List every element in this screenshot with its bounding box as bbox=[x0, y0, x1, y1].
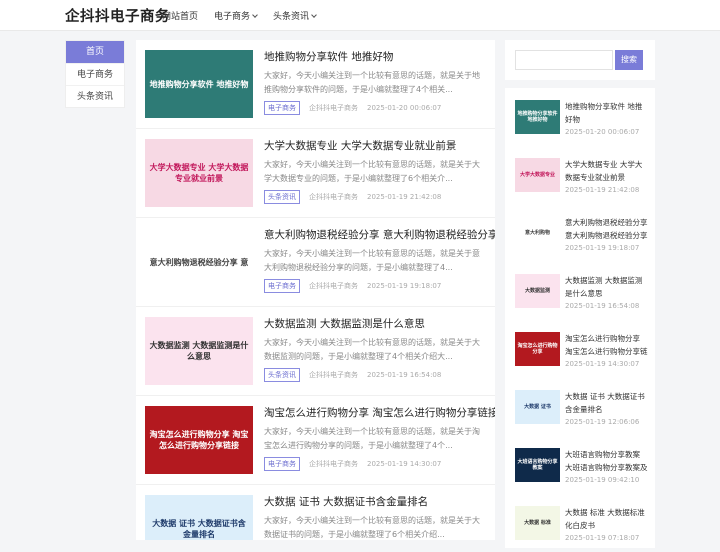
article-excerpt: 大家好，今天小编关注到一个比较有意思的话题，就是关于地推购物分享软件的问题，于是… bbox=[264, 71, 480, 94]
article-author: 企抖抖电子商务 bbox=[309, 104, 358, 112]
hot-article-title[interactable]: 大数据 证书 大数据证书含金量排名 bbox=[565, 390, 649, 416]
article-author: 企抖抖电子商务 bbox=[309, 193, 358, 201]
article-list: 地推购物分享软件 地推好物 地推购物分享软件 地推好物 大家好，今天小编关注到一… bbox=[136, 40, 495, 540]
search-button[interactable]: 搜索 bbox=[615, 50, 643, 70]
article-author: 企抖抖电子商务 bbox=[309, 371, 358, 379]
hot-article-item[interactable]: 大学大数据专业 大学大数据专业 大学大数据专业就业前景 2025-01-19 2… bbox=[505, 146, 655, 204]
left-category-nav: 首页 电子商务 头条资讯 bbox=[65, 40, 125, 108]
hot-article-title[interactable]: 大数据 标准 大数据标准化白皮书 bbox=[565, 506, 649, 532]
hot-article-date: 2025-01-19 21:42:08 bbox=[565, 186, 640, 194]
hot-article-thumbnail[interactable]: 大数据 标准 bbox=[515, 506, 560, 540]
article-excerpt: 大家好，今天小编关注到一个比较有意思的话题，就是关于大学大数据专业的问题，于是小… bbox=[264, 160, 480, 183]
article-date: 2025-01-19 21:42:08 bbox=[367, 193, 442, 201]
hot-article-title[interactable]: 意大利购物退税经验分享 意大利购物退税经验分享 bbox=[565, 216, 649, 242]
hot-article-date: 2025-01-19 16:54:08 bbox=[565, 302, 640, 310]
article-excerpt: 大家好，今天小编关注到一个比较有意思的话题，就是关于淘宝怎么进行购物分享的问题，… bbox=[264, 427, 480, 450]
hot-article-title[interactable]: 大学大数据专业 大学大数据专业就业前景 bbox=[565, 158, 649, 184]
article-item[interactable]: 大学大数据专业 大学大数据专业就业前景 大学大数据专业 大学大数据专业就业前景 … bbox=[136, 129, 495, 218]
hot-article-item[interactable]: 大数据 证书 大数据 证书 大数据证书含金量排名 2025-01-19 12:0… bbox=[505, 378, 655, 436]
article-meta: 电子商务 企抖抖电子商务 2025-01-19 19:18:07 bbox=[264, 279, 441, 293]
hot-article-thumbnail[interactable]: 意大利购物 bbox=[515, 216, 560, 250]
hot-article-title[interactable]: 大班语言购物分享教案 大班语言购物分享教案及反 bbox=[565, 448, 649, 474]
hot-article-date: 2025-01-20 00:06:07 bbox=[565, 128, 640, 136]
top-header: 企抖抖电子商务 网站首页 电子商务 头条资讯 bbox=[0, 0, 720, 31]
article-title[interactable]: 大学大数据专业 大学大数据专业就业前景 bbox=[264, 138, 456, 153]
article-meta: 电子商务 企抖抖电子商务 2025-01-19 14:30:07 bbox=[264, 457, 441, 471]
category-tag[interactable]: 电子商务 bbox=[264, 101, 300, 115]
article-date: 2025-01-19 19:18:07 bbox=[367, 282, 442, 290]
article-title[interactable]: 大数据监测 大数据监测是什么意思 bbox=[264, 316, 425, 331]
nav-item-home[interactable]: 网站首页 bbox=[162, 9, 198, 22]
hot-article-item[interactable]: 大数据监测 大数据监测 大数据监测是什么意思 2025-01-19 16:54:… bbox=[505, 262, 655, 320]
article-thumbnail[interactable]: 意大利购物退税经验分享 意 bbox=[145, 228, 253, 296]
hot-article-list: 地推购物分享软件 地推好物 地推购物分享软件 地推好物 2025-01-20 0… bbox=[505, 88, 655, 548]
category-tag[interactable]: 电子商务 bbox=[264, 279, 300, 293]
article-date: 2025-01-19 14:30:07 bbox=[367, 460, 442, 468]
nav-item-label: 电子商务 bbox=[214, 12, 251, 22]
article-title[interactable]: 淘宝怎么进行购物分享 淘宝怎么进行购物分享链接 bbox=[264, 405, 495, 420]
leftnav-item-home[interactable]: 首页 bbox=[66, 41, 124, 63]
hot-article-thumbnail[interactable]: 大数据监测 bbox=[515, 274, 560, 308]
hot-article-date: 2025-01-19 14:30:07 bbox=[565, 360, 640, 368]
hot-article-item[interactable]: 大数据 标准 大数据 标准 大数据标准化白皮书 2025-01-19 07:18… bbox=[505, 494, 655, 552]
article-thumbnail[interactable]: 大数据监测 大数据监测是什么意思 bbox=[145, 317, 253, 385]
article-excerpt: 大家好，今天小编关注到一个比较有意思的话题，就是关于大数据监测的问题，于是小编就… bbox=[264, 338, 480, 361]
article-title[interactable]: 地推购物分享软件 地推好物 bbox=[264, 49, 393, 64]
article-author: 企抖抖电子商务 bbox=[309, 282, 358, 290]
hot-article-date: 2025-01-19 19:18:07 bbox=[565, 244, 640, 252]
nav-item-news[interactable]: 头条资讯 bbox=[273, 9, 317, 22]
leftnav-item-ecommerce[interactable]: 电子商务 bbox=[66, 63, 124, 85]
article-item[interactable]: 意大利购物退税经验分享 意 意大利购物退税经验分享 意大利购物退税经验分享 大家… bbox=[136, 218, 495, 307]
article-item[interactable]: 大数据 证书 大数据证书含金量排名 大数据 证书 大数据证书含金量排名 大家好，… bbox=[136, 485, 495, 540]
hot-article-item[interactable]: 地推购物分享软件 地推好物 地推购物分享软件 地推好物 2025-01-20 0… bbox=[505, 88, 655, 146]
article-thumbnail[interactable]: 大学大数据专业 大学大数据专业就业前景 bbox=[145, 139, 253, 207]
category-tag[interactable]: 电子商务 bbox=[264, 457, 300, 471]
article-item[interactable]: 大数据监测 大数据监测是什么意思 大数据监测 大数据监测是什么意思 大家好，今天… bbox=[136, 307, 495, 396]
hot-article-title[interactable]: 淘宝怎么进行购物分享 淘宝怎么进行购物分享链接 bbox=[565, 332, 649, 358]
site-logo[interactable]: 企抖抖电子商务 bbox=[65, 5, 170, 26]
category-tag[interactable]: 头条资讯 bbox=[264, 368, 300, 382]
article-thumbnail[interactable]: 淘宝怎么进行购物分享 淘宝怎么进行购物分享链接 bbox=[145, 406, 253, 474]
nav-item-label: 网站首页 bbox=[162, 12, 199, 22]
hot-article-thumbnail[interactable]: 大学大数据专业 bbox=[515, 158, 560, 192]
article-item[interactable]: 地推购物分享软件 地推好物 地推购物分享软件 地推好物 大家好，今天小编关注到一… bbox=[136, 40, 495, 129]
hot-article-item[interactable]: 大班语言购物分享教案 大班语言购物分享教案 大班语言购物分享教案及反 2025-… bbox=[505, 436, 655, 494]
hot-article-date: 2025-01-19 07:18:07 bbox=[565, 534, 640, 542]
hot-article-thumbnail[interactable]: 地推购物分享软件 地推好物 bbox=[515, 100, 560, 134]
chevron-down-icon bbox=[252, 11, 258, 18]
nav-item-label: 头条资讯 bbox=[273, 12, 310, 22]
hot-article-item[interactable]: 淘宝怎么进行购物分享 淘宝怎么进行购物分享 淘宝怎么进行购物分享链接 2025-… bbox=[505, 320, 655, 378]
article-excerpt: 大家好，今天小编关注到一个比较有意思的话题，就是关于大数据证书的问题，于是小编就… bbox=[264, 516, 480, 539]
main-nav: 网站首页 电子商务 头条资讯 bbox=[162, 9, 317, 22]
article-item[interactable]: 淘宝怎么进行购物分享 淘宝怎么进行购物分享链接 淘宝怎么进行购物分享 淘宝怎么进… bbox=[136, 396, 495, 485]
chevron-down-icon bbox=[311, 11, 317, 18]
leftnav-item-news[interactable]: 头条资讯 bbox=[66, 85, 124, 107]
article-date: 2025-01-20 00:06:07 bbox=[367, 104, 442, 112]
article-meta: 电子商务 企抖抖电子商务 2025-01-20 00:06:07 bbox=[264, 101, 441, 115]
article-author: 企抖抖电子商务 bbox=[309, 460, 358, 468]
article-meta: 头条资讯 企抖抖电子商务 2025-01-19 21:42:08 bbox=[264, 190, 441, 204]
hot-article-item[interactable]: 意大利购物 意大利购物退税经验分享 意大利购物退税经验分享 2025-01-19… bbox=[505, 204, 655, 262]
hot-article-thumbnail[interactable]: 大班语言购物分享教案 bbox=[515, 448, 560, 482]
article-meta: 头条资讯 企抖抖电子商务 2025-01-19 16:54:08 bbox=[264, 368, 441, 382]
article-thumbnail[interactable]: 地推购物分享软件 地推好物 bbox=[145, 50, 253, 118]
search-input[interactable] bbox=[515, 50, 613, 70]
hot-article-thumbnail[interactable]: 淘宝怎么进行购物分享 bbox=[515, 332, 560, 366]
hot-article-date: 2025-01-19 12:06:06 bbox=[565, 418, 640, 426]
article-date: 2025-01-19 16:54:08 bbox=[367, 371, 442, 379]
article-title[interactable]: 意大利购物退税经验分享 意大利购物退税经验分享 bbox=[264, 227, 495, 242]
nav-item-ecommerce[interactable]: 电子商务 bbox=[214, 9, 258, 22]
hot-article-title[interactable]: 大数据监测 大数据监测是什么意思 bbox=[565, 274, 649, 300]
hot-article-title[interactable]: 地推购物分享软件 地推好物 bbox=[565, 100, 649, 126]
search-box: 搜索 bbox=[505, 40, 655, 80]
hot-article-thumbnail[interactable]: 大数据 证书 bbox=[515, 390, 560, 424]
article-title[interactable]: 大数据 证书 大数据证书含金量排名 bbox=[264, 494, 428, 509]
article-excerpt: 大家好，今天小编关注到一个比较有意思的话题，就是关于意大利购物退税经验分享的问题… bbox=[264, 249, 480, 272]
category-tag[interactable]: 头条资讯 bbox=[264, 190, 300, 204]
hot-article-date: 2025-01-19 09:42:10 bbox=[565, 476, 640, 484]
article-thumbnail[interactable]: 大数据 证书 大数据证书含金量排名 bbox=[145, 495, 253, 540]
